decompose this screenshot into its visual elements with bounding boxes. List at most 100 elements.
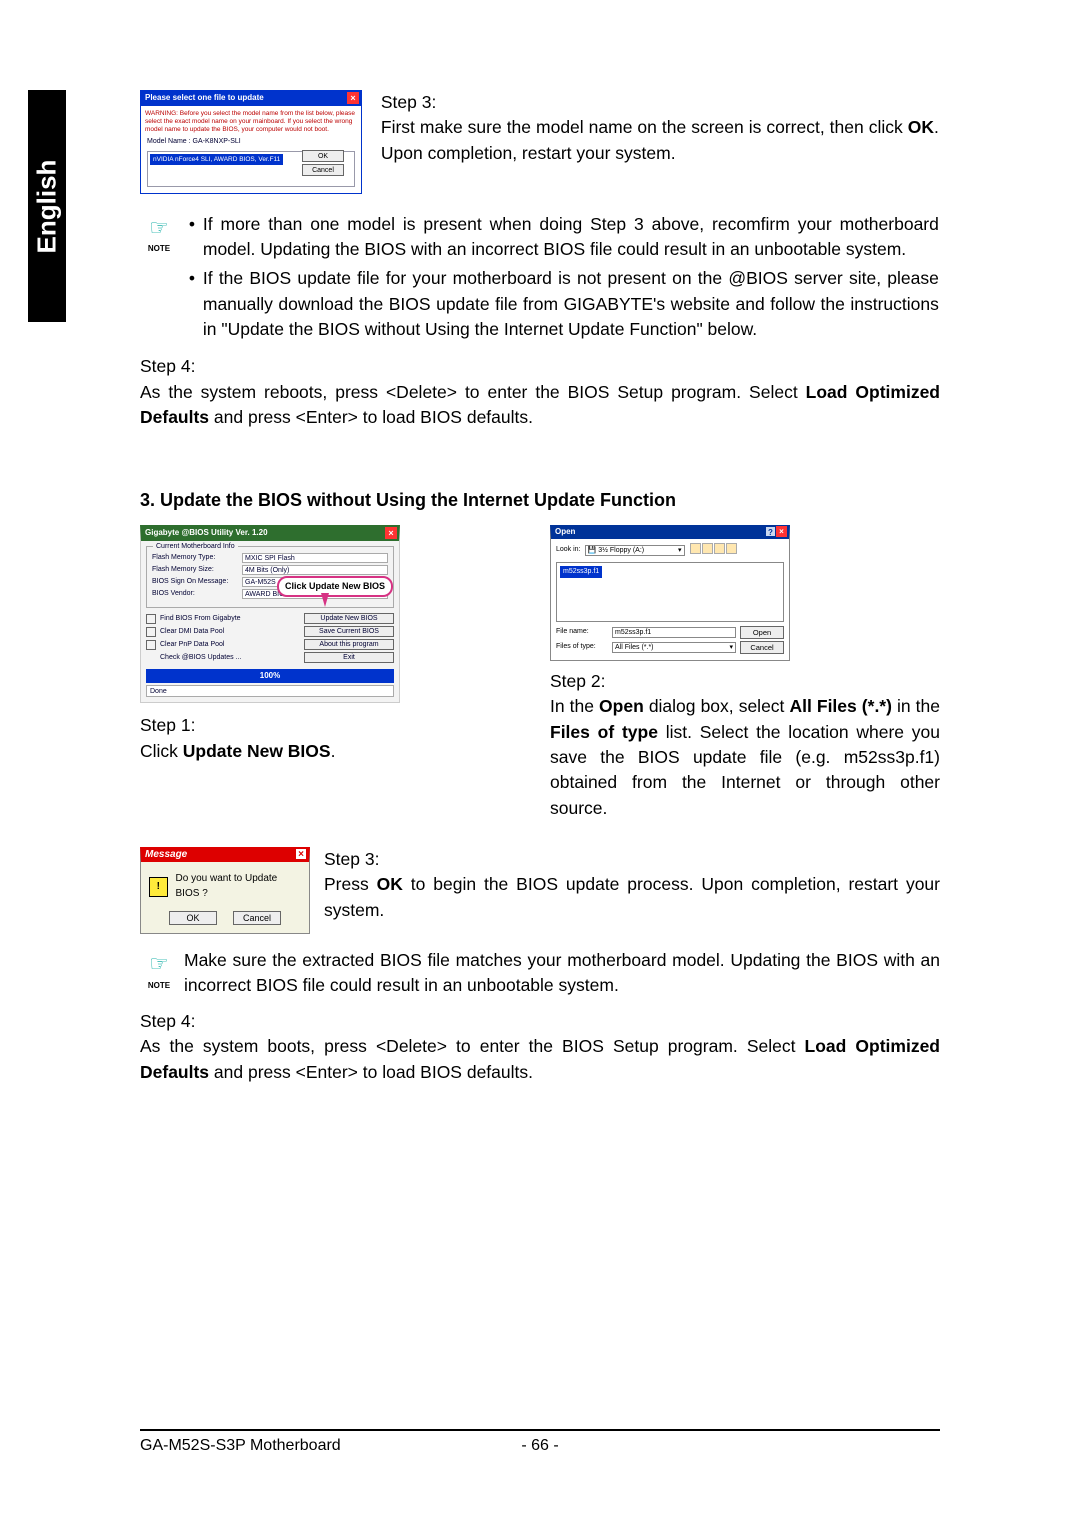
note-label: NOTE [140,243,178,255]
message-dialog: Message × ! Do you want to Update BIOS ?… [140,847,310,934]
chevron-down-icon: ▾ [729,643,733,652]
bios-utility-window: Gigabyte @BIOS Utility Ver. 1.20 × Curre… [140,525,400,704]
file-item[interactable]: m52ss3p.f1 [560,566,602,578]
t: Click [140,741,183,761]
lbl: Flash Memory Type: [152,553,242,563]
ok-button[interactable]: OK [169,911,217,925]
lbl: Flash Memory Size: [152,565,242,575]
lbl: BIOS Sign On Message: [152,577,242,587]
t: in the [892,696,940,716]
filetype-combo[interactable]: All Files (*.*)▾ [612,642,736,653]
new-folder-icon[interactable] [714,543,725,554]
t: OK [377,874,403,894]
t: dialog box, select [644,696,790,716]
open-dialog: Open ?× Look in: 💾 3½ Floppy (A:)▾ m52ss… [550,525,790,661]
cancel-button[interactable]: Cancel [233,911,281,925]
msg-text: Do you want to Update BIOS ? [176,872,301,901]
note2-text: Make sure the extracted BIOS file matche… [184,948,940,999]
callout-arrow-icon [321,593,329,607]
views-icon[interactable] [726,543,737,554]
step2-heading: Step 2: [550,669,940,694]
file-list[interactable]: m52ss3p.f1 [556,562,784,622]
t: As the system reboots, press <Delete> to… [140,382,806,402]
t: Files of type [550,722,658,742]
list-item[interactable]: nVIDIA nForce4 SLI, AWARD BIOS, Ver.F11 [150,154,283,165]
look-in-combo[interactable]: 💾 3½ Floppy (A:)▾ [585,545,685,556]
open-title: Open [555,526,575,538]
note1-li1: If more than one model is present when d… [189,212,939,263]
footer-page-number: - 66 - [500,1437,580,1455]
dialog-title: Please select one file to update [145,92,264,104]
checkbox[interactable] [146,627,156,637]
group-label: Current Motherboard Info [153,542,238,552]
chk-label: Find BIOS From Gigabyte [160,614,241,624]
update-new-bios-button[interactable]: Update New BIOS [304,613,394,624]
about-button[interactable]: About this program [304,639,394,650]
t: . [331,741,336,761]
chevron-down-icon: ▾ [678,546,682,555]
checkbox[interactable] [146,640,156,650]
warning-icon: ! [149,877,168,897]
help-icon[interactable]: ? [765,526,776,537]
note-icon: ☞ NOTE [140,948,178,986]
lbl: File name: [556,627,608,637]
t: Open [599,696,644,716]
t: OK [908,117,934,137]
t: Update New BIOS [183,741,331,761]
save-current-bios-button[interactable]: Save Current BIOS [304,626,394,637]
up-icon[interactable] [702,543,713,554]
t: As the system boots, press <Delete> to e… [140,1036,805,1056]
step4b-heading: Step 4: [140,1009,940,1034]
step1-heading: Step 1: [140,713,530,738]
back-icon[interactable] [690,543,701,554]
close-icon[interactable]: × [776,526,787,537]
cancel-button[interactable]: Cancel [740,641,784,654]
cancel-button[interactable]: Cancel [302,164,344,176]
close-icon[interactable]: × [295,848,307,860]
step3-text-block: Step 3: First make sure the model name o… [381,90,939,166]
exit-button[interactable]: Exit [304,652,394,663]
progress-bar: 100% [146,669,394,683]
toolbar-icons [689,543,737,558]
page-footer: GA-M52S-S3P Motherboard - 66 - [140,1429,940,1455]
model-listbox[interactable]: nVIDIA nForce4 SLI, AWARD BIOS, Ver.F11 … [147,151,355,187]
val: MXIC SPI Flash [242,553,388,563]
t: Press [324,874,377,894]
footer-left: GA-M52S-S3P Motherboard [140,1437,500,1455]
t: First make sure the model name on the sc… [381,117,908,137]
msg-title: Message [145,848,187,863]
t: and press <Enter> to load BIOS defaults. [209,407,533,427]
note-label: NOTE [140,980,178,992]
t: and press <Enter> to load BIOS defaults. [209,1062,533,1082]
hand-pointer-icon: ☞ [140,212,178,244]
ok-button[interactable]: OK [302,150,344,162]
model-name-label: Model Name : GA-K8NXP-SLI [147,137,355,147]
page-content: Please select one file to update × WARNI… [140,90,940,1085]
note1-li2: If the BIOS update file for your motherb… [189,266,939,342]
callout-label: Click Update New BIOS [277,576,393,597]
lbl: Files of type: [556,642,608,652]
filename-input[interactable]: m52ss3p.f1 [612,627,736,638]
utility-title: Gigabyte @BIOS Utility Ver. 1.20 [145,527,268,539]
chk-label: Check @BIOS Updates ... [160,653,241,663]
step4a-heading: Step 4: [140,354,940,379]
t: In the [550,696,599,716]
t: to begin the BIOS update process. Upon c… [324,874,940,919]
chk-label: Clear DMI Data Pool [160,627,224,637]
warning-text: WARNING: Before you select the model nam… [145,110,357,133]
close-icon[interactable]: × [385,527,397,539]
checkbox[interactable] [146,614,156,624]
chk-label: Clear PnP Data Pool [160,640,224,650]
step3-heading: Step 3: [381,90,939,115]
close-icon[interactable]: × [347,92,359,104]
hand-pointer-icon: ☞ [140,948,178,980]
look-in-label: Look in: [556,545,581,555]
language-tab: English [28,90,66,322]
open-button[interactable]: Open [740,626,784,639]
section-3-title: 3. Update the BIOS without Using the Int… [140,487,940,513]
note1-text: If more than one model is present when d… [189,212,939,347]
step3b-heading: Step 3: [324,847,940,872]
status-text: Done [146,685,394,697]
val: 4M Bits (Only) [242,565,388,575]
lbl: BIOS Vendor: [152,589,242,599]
